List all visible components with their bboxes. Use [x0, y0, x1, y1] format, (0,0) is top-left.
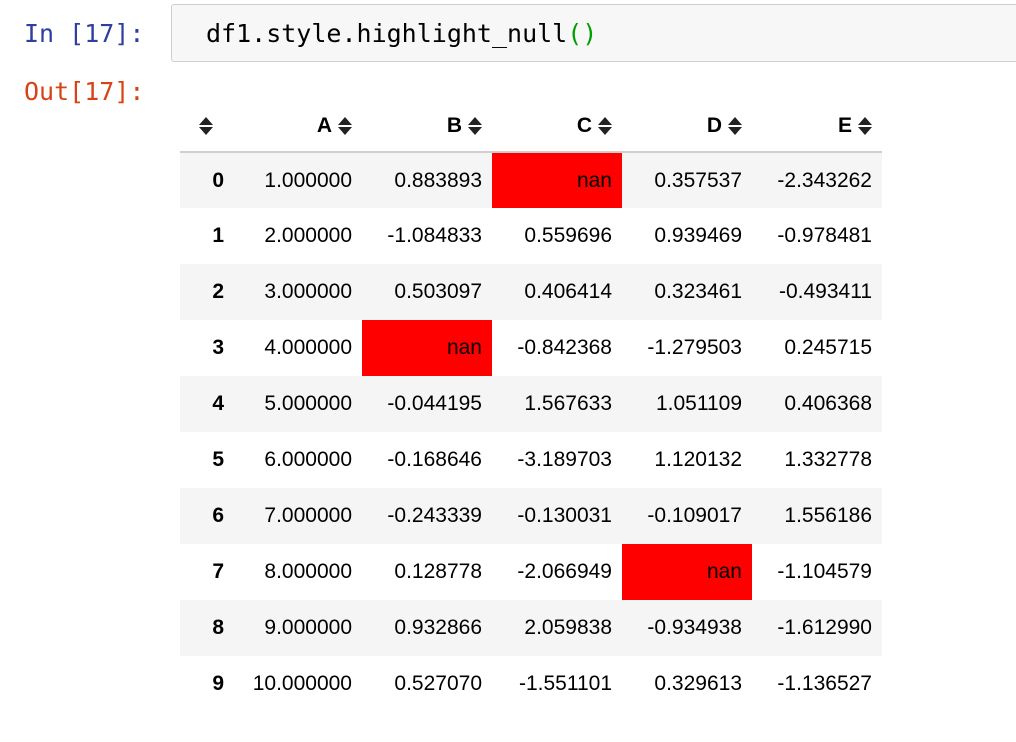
table-cell: -3.189703 — [517, 448, 612, 471]
null-highlighted-cell: nan — [622, 544, 752, 600]
table-cell: 0.883893 — [362, 152, 492, 208]
row-index: 3 — [212, 336, 224, 359]
code-text: df1.style.highlight_null — [206, 19, 568, 48]
row-index: 8 — [180, 600, 232, 656]
column-header-a[interactable]: A — [232, 100, 362, 153]
row-index: 5 — [212, 448, 224, 471]
table-row: 4 5.000000 -0.044195 1.567633 1.051109 0… — [180, 376, 882, 432]
table-cell: -0.978481 — [777, 224, 872, 247]
table-cell: 7.000000 — [232, 488, 362, 544]
table-cell: 0.503097 — [362, 264, 492, 320]
code-line: df1.style.highlight_null() — [206, 18, 597, 50]
header-row: A B C D E — [180, 100, 882, 153]
row-index: 0 — [180, 152, 232, 208]
null-highlighted-cell: nan — [362, 320, 492, 376]
sort-icon[interactable] — [338, 116, 352, 136]
table-cell: -1.136527 — [777, 672, 872, 695]
table-cell: 5.000000 — [232, 376, 362, 432]
table-cell: 0.406414 — [492, 264, 622, 320]
column-header-d[interactable]: D — [622, 100, 752, 153]
table-cell: -1.084833 — [387, 224, 482, 247]
row-index: 2 — [180, 264, 232, 320]
table-cell: 0.357537 — [622, 152, 752, 208]
row-index: 9 — [212, 672, 224, 695]
table-cell: 1.556186 — [752, 488, 882, 544]
table-cell: -1.551101 — [518, 672, 612, 695]
table-cell: 2.059838 — [492, 600, 622, 656]
table-cell: 1.000000 — [232, 152, 362, 208]
column-header-c[interactable]: C — [492, 100, 622, 153]
table-cell: 8.000000 — [264, 560, 352, 583]
table-cell: -0.243339 — [362, 488, 492, 544]
table-cell: 0.406368 — [752, 376, 882, 432]
column-header-label: B — [446, 113, 462, 137]
sort-icon[interactable] — [468, 116, 482, 136]
table-cell: 0.128778 — [394, 560, 482, 583]
table-cell: -0.168646 — [387, 448, 482, 471]
table-cell: 0.559696 — [524, 224, 612, 247]
table-cell: 3.000000 — [232, 264, 362, 320]
output-prompt: Out[17]: — [24, 77, 145, 106]
column-header-b[interactable]: B — [362, 100, 492, 153]
row-index: 4 — [180, 376, 232, 432]
input-prompt: In [17]: — [24, 19, 145, 48]
row-index: 1 — [212, 224, 224, 247]
dataframe-table: A B C D E 0 1.000000 0.883893 nan 0.3575… — [180, 100, 882, 712]
table-row: 9 10.000000 0.527070 -1.551101 0.329613 … — [180, 656, 882, 712]
table-row: 1 2.000000 -1.084833 0.559696 0.939469 -… — [180, 208, 882, 264]
table-cell: -0.130031 — [492, 488, 622, 544]
table-cell: -1.279503 — [647, 336, 742, 359]
code-parens: () — [567, 19, 598, 48]
table-cell: 6.000000 — [264, 448, 352, 471]
column-header-label: E — [837, 113, 852, 137]
table-row: 5 6.000000 -0.168646 -3.189703 1.120132 … — [180, 432, 882, 488]
table-cell: -0.842368 — [517, 336, 612, 359]
table-cell: 1.051109 — [622, 376, 752, 432]
table-row: 8 9.000000 0.932866 2.059838 -0.934938 -… — [180, 600, 882, 656]
table-body: 0 1.000000 0.883893 nan 0.357537 -2.3432… — [180, 152, 882, 712]
table-cell: 1.567633 — [492, 376, 622, 432]
table-cell: 0.323461 — [622, 264, 752, 320]
table-cell: 1.332778 — [784, 448, 872, 471]
table-row: 3 4.000000 nan -0.842368 -1.279503 0.245… — [180, 320, 882, 376]
table-cell: -2.343262 — [752, 152, 882, 208]
table-cell: 2.000000 — [264, 224, 352, 247]
sort-icon[interactable] — [728, 116, 742, 136]
table-cell: 0.527070 — [394, 672, 482, 695]
code-input-cell[interactable]: df1.style.highlight_null() — [171, 4, 1016, 62]
null-highlighted-cell: nan — [492, 152, 622, 208]
table-cell: 9.000000 — [232, 600, 362, 656]
table-cell: -1.104579 — [777, 560, 872, 583]
table-cell: 4.000000 — [264, 336, 352, 359]
table-cell: -1.612990 — [752, 600, 882, 656]
sort-icon[interactable] — [598, 116, 612, 136]
table-cell: 1.120132 — [654, 448, 742, 471]
table-cell: 0.939469 — [654, 224, 742, 247]
index-header[interactable] — [180, 100, 232, 153]
table-cell: 10.000000 — [252, 672, 352, 695]
column-header-label: D — [706, 113, 722, 137]
table-cell: 0.932866 — [362, 600, 492, 656]
table-cell: 0.329613 — [654, 672, 742, 695]
table-cell: -0.109017 — [622, 488, 752, 544]
table-cell: -0.044195 — [362, 376, 492, 432]
column-header-label: C — [576, 113, 592, 137]
table-row: 0 1.000000 0.883893 nan 0.357537 -2.3432… — [180, 152, 882, 208]
table-cell: 0.245715 — [784, 336, 872, 359]
table-cell: -0.934938 — [622, 600, 752, 656]
column-header-label: A — [316, 113, 332, 137]
table-cell: -2.066949 — [517, 560, 612, 583]
sort-icon[interactable] — [199, 116, 213, 136]
row-index: 6 — [180, 488, 232, 544]
column-header-e[interactable]: E — [752, 100, 882, 153]
table-row: 7 8.000000 0.128778 -2.066949 nan -1.104… — [180, 544, 882, 600]
table-cell: -0.493411 — [752, 264, 882, 320]
row-index: 7 — [212, 560, 224, 583]
table-row: 6 7.000000 -0.243339 -0.130031 -0.109017… — [180, 488, 882, 544]
sort-icon[interactable] — [858, 116, 872, 136]
table-row: 2 3.000000 0.503097 0.406414 0.323461 -0… — [180, 264, 882, 320]
